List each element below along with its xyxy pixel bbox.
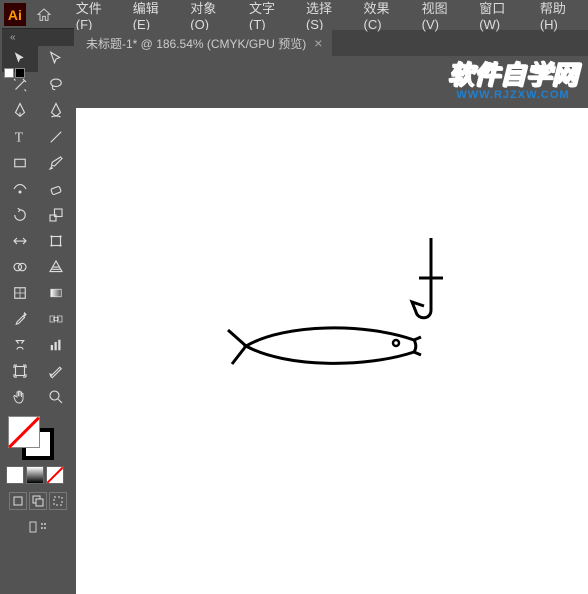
tab-title: 未标题-1* @ 186.54% (CMYK/GPU 预览) [86, 35, 306, 52]
app-icon-text: Ai [8, 7, 22, 23]
watermark-main: 软件自学网 [448, 55, 578, 92]
draw-normal-icon[interactable] [9, 492, 27, 510]
menu-effect[interactable]: 效果(C) [353, 0, 411, 36]
free-transform-tool[interactable] [38, 228, 74, 254]
document-tab[interactable]: 未标题-1* @ 186.54% (CMYK/GPU 预览) × [76, 30, 332, 56]
symbol-sprayer-tool[interactable] [2, 332, 38, 358]
app-icon: Ai [4, 3, 26, 27]
control-strip: « [2, 28, 74, 46]
top-menu-bar: Ai 文件(F) 编辑(E) 对象(O) 文字(T) 选择(S) 效果(C) 视… [0, 0, 588, 30]
menu-window[interactable]: 窗口(W) [469, 0, 530, 36]
artwork-fish-hook [226, 238, 456, 378]
scale-tool[interactable] [38, 202, 74, 228]
rectangle-tool[interactable] [2, 150, 38, 176]
canvas[interactable] [76, 108, 588, 594]
collapse-chevron-icon[interactable]: « [10, 32, 16, 43]
default-colors[interactable] [4, 68, 25, 78]
curvature-tool[interactable] [38, 98, 74, 124]
perspective-tool[interactable] [38, 254, 74, 280]
artboard-tool[interactable] [2, 358, 38, 384]
default-stroke-icon[interactable] [15, 68, 25, 78]
svg-text:T: T [15, 130, 24, 145]
zoom-tool[interactable] [38, 384, 74, 410]
eraser-tool[interactable] [38, 176, 74, 202]
toolbox-footer[interactable] [2, 514, 74, 540]
menu-view[interactable]: 视图(V) [412, 0, 470, 36]
direct-selection-tool[interactable] [38, 46, 74, 72]
rotate-tool[interactable] [2, 202, 38, 228]
lasso-tool[interactable] [38, 72, 74, 98]
width-tool[interactable] [2, 228, 38, 254]
slice-tool[interactable] [38, 358, 74, 384]
fill-stroke-indicator[interactable] [2, 410, 74, 462]
hand-tool[interactable] [2, 384, 38, 410]
draw-inside-icon[interactable] [49, 492, 67, 510]
color-mode-none[interactable] [46, 466, 64, 484]
draw-behind-icon[interactable] [29, 492, 47, 510]
color-mode-gradient[interactable] [26, 466, 44, 484]
paintbrush-tool[interactable] [38, 150, 74, 176]
color-mode-row [2, 462, 74, 488]
default-fill-icon[interactable] [4, 68, 14, 78]
eyedropper-tool[interactable] [2, 306, 38, 332]
watermark-sub: WWW.RJZXW.COM [448, 89, 578, 101]
home-icon[interactable] [34, 4, 54, 26]
menu-help[interactable]: 帮助(H) [530, 0, 588, 36]
color-mode-solid[interactable] [6, 466, 24, 484]
line-tool[interactable] [38, 124, 74, 150]
tool-grid: T [2, 46, 74, 410]
type-tool[interactable]: T [2, 124, 38, 150]
shaper-tool[interactable] [2, 176, 38, 202]
column-graph-tool[interactable] [38, 332, 74, 358]
toolbox: « T [0, 26, 76, 536]
mesh-tool[interactable] [2, 280, 38, 306]
pen-tool[interactable] [2, 98, 38, 124]
tab-close-icon[interactable]: × [314, 35, 322, 51]
blend-tool[interactable] [38, 306, 74, 332]
edit-toolbar-icon[interactable] [28, 520, 48, 534]
shape-builder-tool[interactable] [2, 254, 38, 280]
watermark: 软件自学网 WWW.RJZXW.COM [448, 55, 578, 101]
draw-modes [2, 488, 74, 514]
gradient-tool[interactable] [38, 280, 74, 306]
fill-color-box[interactable] [8, 416, 40, 448]
